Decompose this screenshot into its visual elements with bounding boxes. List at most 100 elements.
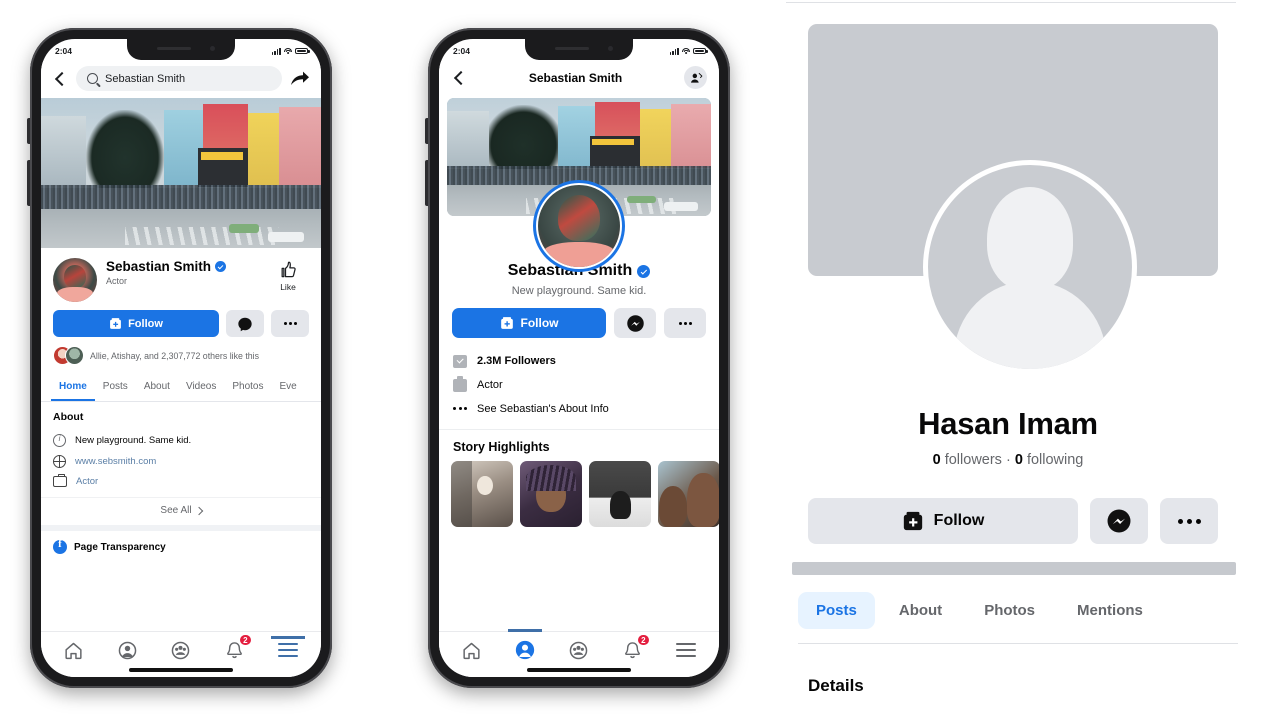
see-all-button[interactable]: See All [41,497,321,525]
follow-button[interactable]: Follow [53,310,219,337]
tab-videos[interactable]: Videos [178,374,224,401]
story-highlight-item[interactable] [520,461,582,527]
likers-row[interactable]: Allie, Atishay, and 2,307,772 others lik… [41,337,321,374]
follow-button-label: Follow [933,512,985,529]
nav-groups-icon[interactable] [566,637,592,663]
tab-posts[interactable]: Posts [95,374,136,401]
notification-badge: 2 [637,634,650,646]
more-options-button[interactable] [664,308,706,338]
tab-mentions[interactable]: Mentions [1059,592,1161,629]
liker-avatars [53,346,84,365]
story-highlight-item[interactable] [451,461,513,527]
profile-bio: New playground. Same kid. [511,285,647,297]
nav-profile-icon[interactable] [508,629,543,663]
follow-button-label: Follow [520,316,559,330]
about-category-row[interactable]: Actor [53,472,309,491]
nav-home-icon[interactable] [459,637,485,663]
cover-photo[interactable] [41,98,321,248]
tab-photos[interactable]: Photos [224,374,271,401]
phone2-nav-bar: Sebastian Smith [439,61,719,98]
like-button[interactable]: Like [267,258,309,292]
nav-notifications-icon[interactable]: 2 [620,634,650,663]
section-separator-bar [792,562,1236,575]
profile-avatar[interactable] [53,258,97,302]
desktop-tab-bar: Posts About Photos Mentions [798,592,1238,644]
nav-groups-icon[interactable] [168,637,194,663]
phone2-status-time: 2:04 [453,46,471,56]
nav-menu-icon[interactable] [673,637,699,663]
more-dots-icon [678,321,692,325]
tab-photos[interactable]: Photos [966,592,1053,629]
tab-events[interactable]: Eve [272,374,305,401]
stats-separator: · [1005,452,1011,468]
follow-button-label: Follow [128,317,163,330]
page-transparency-label: Page Transparency [74,541,166,553]
cover-photo-wrapper [439,98,719,272]
battery-icon [295,47,310,55]
page-tab-bar: Home Posts About Videos Photos Eve [41,374,321,402]
about-category-text[interactable]: Actor [76,476,98,487]
story-highlight-item[interactable] [589,461,651,527]
see-about-info-text: See Sebastian's About Info [477,402,609,415]
messenger-button[interactable] [614,308,656,338]
messenger-button[interactable] [1090,498,1148,544]
info-row-category[interactable]: Actor [453,373,705,397]
about-heading: About [53,411,84,423]
share-icon[interactable] [290,70,310,88]
hamburger-icon [278,643,299,657]
page-header: Sebastian Smith Actor Like [41,248,321,302]
tab-home[interactable]: Home [51,374,95,401]
more-options-button[interactable] [1160,498,1218,544]
tab-posts[interactable]: Posts [798,592,875,629]
more-options-button[interactable] [271,310,309,337]
add-friend-button[interactable] [684,66,707,89]
briefcase-icon [53,474,67,487]
active-tab-indicator [508,629,543,632]
phone1-notch [127,39,235,60]
story-highlight-item[interactable] [658,461,719,527]
cellular-signal-icon [271,47,281,55]
story-highlights-heading: Story Highlights [439,429,719,461]
briefcase-icon [453,376,467,392]
info-row-followers[interactable]: 2.3M Followers [453,349,705,373]
dots-icon [453,407,467,410]
verified-badge-icon [215,261,227,272]
about-website-link[interactable]: www.sebsmith.com [75,456,156,467]
search-input[interactable]: Sebastian Smith [76,66,282,91]
top-divider [786,2,1236,3]
profile-picture[interactable] [533,180,625,272]
notification-badge: 2 [239,634,252,646]
wifi-icon [284,47,292,55]
message-button[interactable] [226,310,264,337]
follow-button[interactable]: Follow [808,498,1078,544]
back-icon[interactable] [52,71,68,87]
info-icon [53,434,66,447]
info-row-about[interactable]: See Sebastian's About Info [453,397,705,420]
followers-count-text: 2.3M Followers [477,355,556,367]
tab-about[interactable]: About [136,374,178,401]
nav-home-icon[interactable] [61,637,87,663]
about-website-row[interactable]: www.sebsmith.com [53,451,309,472]
see-all-label: See All [160,505,192,516]
nav-profile-icon[interactable] [114,637,140,663]
nav-menu-icon[interactable] [271,636,306,663]
desktop-profile-stats: 0 followers · 0 following [780,452,1236,468]
page-transparency-row[interactable]: Page Transparency [41,525,321,563]
tab-about[interactable]: About [881,592,960,629]
profile-info-list: 2.3M Followers Actor See Sebastian's Abo… [439,338,719,424]
hamburger-icon [676,643,697,657]
about-bio-text: New playground. Same kid. [75,435,192,446]
nav-notifications-icon[interactable]: 2 [222,634,252,663]
phone2-home-indicator [527,668,631,672]
story-highlights-row [439,461,719,527]
back-icon[interactable] [451,70,467,86]
page-title: Sebastian Smith [106,259,258,274]
avatar-head-shape [987,187,1073,291]
follow-button[interactable]: Follow [452,308,606,338]
desktop-profile-avatar-placeholder[interactable] [923,160,1137,374]
phone-mockup-left: 2:04 Sebastian Smith Sebastian Smith Act… [27,28,332,688]
more-dots-icon [1177,518,1201,524]
like-button-label: Like [280,282,296,292]
page-category: Actor [106,276,128,286]
cellular-signal-icon [669,47,679,55]
